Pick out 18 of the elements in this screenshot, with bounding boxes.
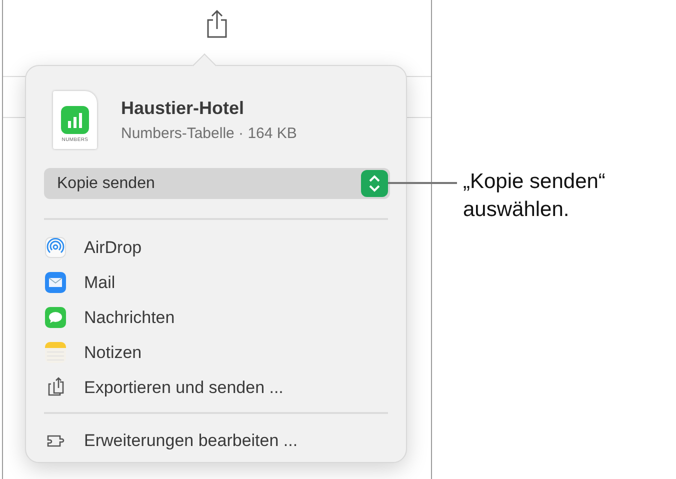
share-icon[interactable]	[206, 10, 228, 38]
share-option[interactable]: Exportieren und senden ...	[44, 370, 388, 405]
share-option[interactable]: Erweiterungen bearbeiten ...	[44, 423, 388, 458]
send-mode-dropdown[interactable]: Kopie senden	[44, 168, 390, 199]
stepper-icon	[361, 170, 388, 197]
numbers-app-icon	[61, 106, 89, 134]
leader-line	[388, 182, 457, 184]
callout-text: „Kopie senden“ auswählen.	[463, 169, 606, 223]
mail-icon	[45, 272, 66, 293]
airdrop-icon	[45, 237, 66, 258]
messages-icon	[45, 307, 66, 328]
share-option[interactable]: Notizen	[44, 335, 388, 370]
document-details: Numbers-Tabelle · 164 KB	[121, 125, 297, 142]
share-option[interactable]: Nachrichten	[44, 300, 388, 335]
document-title: Haustier-Hotel	[121, 98, 246, 119]
share-option[interactable]: AirDrop	[44, 230, 388, 265]
share-option[interactable]: Mail	[44, 265, 388, 300]
notes-icon	[45, 342, 66, 363]
